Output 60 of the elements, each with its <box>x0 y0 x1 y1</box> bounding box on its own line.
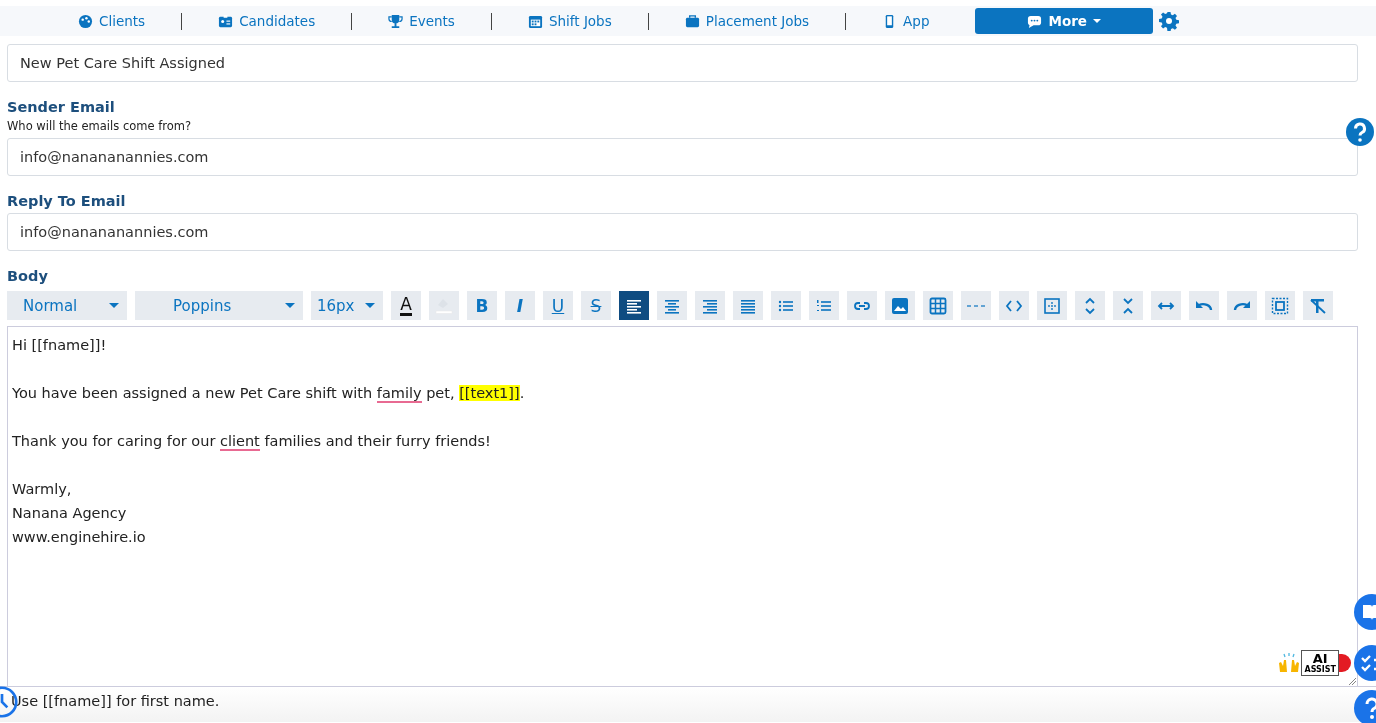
dropdown[interactable]: Normal <box>7 291 127 320</box>
nav-icon <box>388 13 404 29</box>
field-label: Sender Email <box>7 99 116 115</box>
nav-tab[interactable]: Placement Jobs <box>658 8 836 34</box>
subject-input[interactable]: New Pet Care Shift Assigned <box>7 44 1358 82</box>
caret-icon <box>365 303 375 308</box>
sender-email-input[interactable]: info@nanananannies.com <box>7 138 1358 176</box>
nav-tab[interactable]: Events <box>362 8 481 34</box>
nav-tab[interactable]: Clients <box>52 8 172 34</box>
toolbar-button[interactable] <box>847 291 877 320</box>
resize-handle-icon[interactable] <box>1348 677 1356 685</box>
toolbar-button[interactable]: S <box>581 291 611 320</box>
dotted-square-icon <box>1042 295 1062 316</box>
body-text-line: www.enginehire.io <box>12 528 147 547</box>
reply-to-email-input[interactable]: info@nanananannies.com <box>7 213 1358 251</box>
field-label: Reply To Email <box>7 193 127 209</box>
toolbar-button[interactable] <box>885 291 915 320</box>
toolbar-button[interactable]: A <box>391 291 421 320</box>
toolbar-button[interactable] <box>923 291 953 320</box>
settings-icon[interactable] <box>1159 11 1179 31</box>
table-icon <box>928 295 948 316</box>
toolbar-button[interactable] <box>1303 291 1333 320</box>
nav-tab[interactable]: More <box>975 8 1153 34</box>
caret-icon <box>285 303 295 308</box>
toolbar-button[interactable] <box>1151 291 1181 320</box>
nav-tab[interactable]: App <box>856 8 956 34</box>
toolbar-button[interactable] <box>733 291 763 320</box>
dashed-line-icon <box>966 304 986 307</box>
select-all-icon <box>1270 295 1290 316</box>
ai-assist-badge[interactable]: AI ASSIST <box>1301 650 1339 676</box>
nav-icon <box>684 13 700 29</box>
toolbar-button[interactable] <box>1189 291 1219 320</box>
nav-icon <box>527 13 543 29</box>
caret-icon <box>1093 19 1101 23</box>
toolbar-button[interactable] <box>1227 291 1257 320</box>
toolbar-button[interactable] <box>999 291 1029 320</box>
body-text-line: Warmly, <box>12 480 73 499</box>
dropdown[interactable]: 16px <box>311 291 383 320</box>
toolbar-button[interactable]: I <box>505 291 535 320</box>
nav-tab[interactable]: Shift Jobs <box>501 8 638 34</box>
raised-hands-icon <box>1277 653 1302 673</box>
nav-tab[interactable]: Candidates <box>192 8 342 34</box>
caret-icon <box>109 303 119 308</box>
toolbar-button[interactable]: B <box>467 291 497 320</box>
nav-icon <box>1027 13 1043 29</box>
toolbar-button[interactable] <box>657 291 687 320</box>
body-text-line: You have been assigned a new Pet Care shift with family pet, [[text1]]. <box>12 384 526 405</box>
field-label: Body <box>7 268 49 284</box>
body-text-line: Hi [[fname]]! <box>12 336 108 355</box>
nav-icon <box>218 13 234 29</box>
dropdown[interactable]: Poppins <box>135 291 303 320</box>
toolbar-button[interactable] <box>1265 291 1295 320</box>
field-hint: Who will the emails come from? <box>7 119 192 133</box>
body-text-line: Nanana Agency <box>12 504 128 523</box>
toolbar-button[interactable]: U <box>543 291 573 320</box>
nav-icon <box>78 13 93 29</box>
toolbar-button[interactable] <box>695 291 725 320</box>
toolbar-button[interactable] <box>619 291 649 320</box>
body-text-line: Thank you for caring for our client families and their furry friends! <box>12 432 492 453</box>
image-icon <box>890 295 910 316</box>
